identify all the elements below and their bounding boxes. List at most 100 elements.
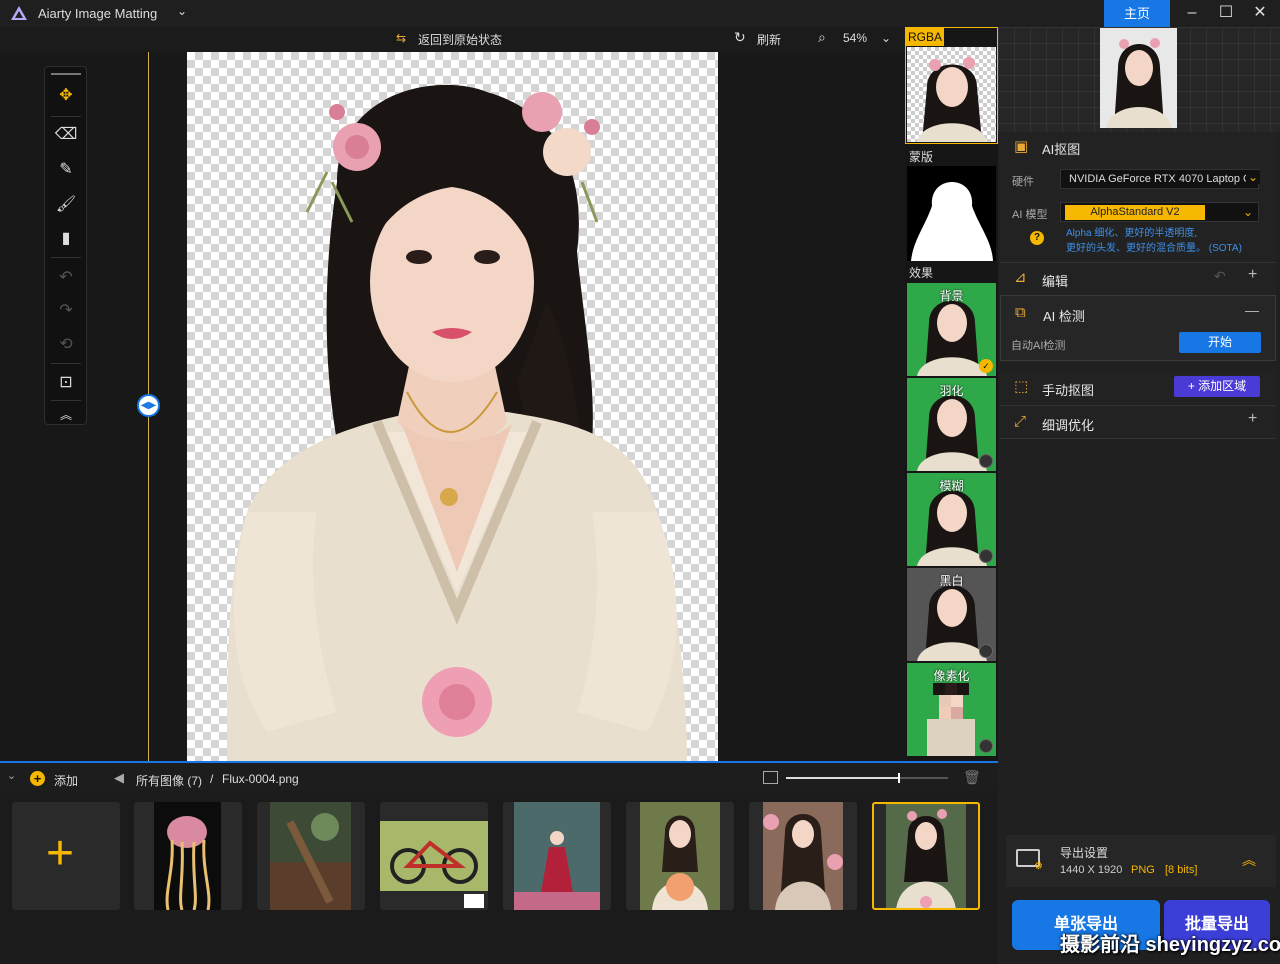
brush-tool-icon[interactable]: ✎ [54,158,78,182]
thumbnail-size-slider[interactable] [786,773,948,783]
rgba-preview-thumb[interactable] [907,47,996,142]
mask-preview-thumb[interactable] [907,166,996,261]
hardware-label: 硬件 [1012,176,1034,188]
export-settings-title: 导出设置 [1060,846,1109,860]
ai-detect-title: AI 检测 [1043,309,1085,324]
effect-toggle-icon[interactable] [979,644,993,658]
app-logo-icon [11,6,27,20]
all-images-link[interactable]: 所有图像 (7) [136,772,202,789]
thumbnail-woman-flowers[interactable] [626,802,734,910]
eraser-tool-icon[interactable]: ⌫ [54,123,78,147]
ai-matting-icon: ▣ [1014,138,1029,155]
move-tool-icon[interactable]: ✥ [54,84,78,108]
add-region-button[interactable]: + 添加区域 [1174,376,1260,397]
zoom-chevron-down-icon[interactable]: ⌄ [881,31,891,45]
model-dropdown[interactable]: AlphaStandard V2 ⌄ [1060,202,1259,222]
export-resolution: 1440 X 1920 [1060,864,1123,876]
refresh-icon[interactable]: ↻ [734,29,746,46]
close-icon[interactable]: ✕ [1243,0,1277,27]
effect-pixelate-label: 像素化 [933,669,970,683]
effect-toggle-icon[interactable] [979,454,993,468]
effect-toggle-icon[interactable] [979,739,993,753]
ai-matting-title: AI抠图 [1042,142,1081,157]
thumbnail-size-icon [763,771,778,784]
undo-icon[interactable]: ↶ [54,266,78,290]
thumbnail-woman-red-dress[interactable] [503,802,611,910]
add-image-plus-icon: + [46,827,75,880]
back-arrow-icon[interactable]: ◀ [114,770,124,786]
app-title: Aiarty Image Matting [38,6,158,21]
add-plus-icon[interactable]: + [30,771,45,786]
checkmark-icon: ✓ [979,359,993,373]
thumbnail-woman-flower-crown-selected[interactable] [872,802,980,910]
effect-grayscale-label: 黑白 [939,574,964,588]
tool-divider [51,116,81,117]
thumbnail-woman-roses[interactable] [749,802,857,910]
home-button[interactable]: 主页 [1104,0,1170,27]
ai-detect-section: ⧉ AI 检测 — 自动AI检测 开始 [1000,295,1276,361]
ai-detect-icon: ⧉ [1015,304,1026,321]
app-menu-chevron-icon[interactable]: ⌄ [177,4,187,18]
start-detect-button[interactable]: 开始 [1179,332,1261,353]
thumbnail-image [886,804,966,908]
slider-fill [786,777,900,779]
roller-tool-icon[interactable]: ▮ [54,227,78,251]
maximize-icon[interactable]: ☐ [1209,0,1243,27]
edit-undo-icon[interactable]: ↶ [1214,268,1226,285]
collapse-chevron-down-icon[interactable]: ⌄ [7,769,16,782]
add-region-label: 添加区域 [1198,379,1247,393]
image-canvas[interactable] [187,52,718,761]
edit-section[interactable]: ⊿ 编辑 ↶ + [1000,263,1276,295]
thumbnail-image [154,802,221,910]
add-button[interactable]: 添加 [54,772,78,789]
thumbnail-forest[interactable] [257,802,365,910]
zoom-icon[interactable]: ⌕ [818,29,826,46]
effect-pixelate-thumb[interactable]: 像素化 [907,663,996,756]
fit-view-icon[interactable]: ⊡ [54,371,78,395]
manual-matting-section: ⬚ 手动抠图 + 添加区域 [1000,372,1276,404]
hardware-dropdown[interactable]: NVIDIA GeForce RTX 4070 Laptop GPU [1060,169,1259,189]
edit-expand-plus-icon[interactable]: + [1248,266,1257,284]
effect-background-label: 背景 [939,289,964,303]
help-icon[interactable]: ? [1030,231,1044,245]
slider-knob[interactable] [898,773,901,783]
effect-blur-thumb[interactable]: 模糊 [907,473,996,566]
paint-brush-tool-icon[interactable]: 🖌 [54,193,78,217]
result-preview-thumb[interactable] [1100,28,1177,128]
model-chevron-down-icon: ⌄ [1243,205,1254,219]
effect-background-thumb[interactable]: 背景 ✓ [907,283,996,376]
collapse-minus-icon[interactable]: — [1245,302,1259,318]
canvas-area[interactable]: ◀▶ ✥ ⌫ ✎ 🖌 ▮ ↶ ↷ ⟲ ⊡ ︽ [0,52,905,761]
expand-chevron-up-icon[interactable]: ︽ [1242,850,1256,870]
model-description-line1: Alpha 细化、更好的半透明度, [1066,228,1198,239]
effect-toggle-icon[interactable] [979,549,993,563]
reset-tool-icon[interactable]: ⟲ [54,333,78,357]
reset-icon[interactable]: ⇆ [396,31,406,45]
effect-feather-thumb[interactable]: 羽化 [907,378,996,471]
minimize-icon[interactable]: – [1175,0,1209,27]
reset-button[interactable]: 返回到原始状态 [418,31,502,48]
zoom-level[interactable]: 54% [843,31,867,45]
export-bits: [8 bits] [1165,864,1198,876]
tool-divider [51,363,81,364]
refine-section[interactable]: ⤢ 细调优化 + [1000,406,1276,438]
model-value: AlphaStandard V2 [1065,205,1205,220]
effects-label: 效果 [909,266,934,280]
panel-grip[interactable] [51,73,81,75]
effect-blur-label: 模糊 [939,479,964,493]
thumbnail-image [514,802,600,910]
collapse-chevron-up-icon[interactable]: ︽ [54,403,78,427]
thumbnail-bicycle[interactable] [380,802,488,910]
model-description-line2: 更好的头发、更好的混合质量。 (SOTA) [1066,243,1242,254]
compare-split-handle[interactable]: ◀▶ [137,394,160,417]
add-image-tile[interactable]: + [12,802,120,910]
hardware-chevron-down-icon[interactable]: ⌄ [1246,170,1261,184]
effect-grayscale-thumb[interactable]: 黑白 [907,568,996,661]
export-settings[interactable]: ⚙ 导出设置 1440 X 1920 PNG [8 bits] ︽ [1006,835,1276,887]
thumbnail-image [270,802,351,910]
refresh-button[interactable]: 刷新 [757,31,781,48]
redo-icon[interactable]: ↷ [54,299,78,323]
trash-icon[interactable]: 🗑 [963,769,981,786]
refine-expand-plus-icon[interactable]: + [1248,410,1257,428]
thumbnail-jellyfish[interactable] [134,802,242,910]
